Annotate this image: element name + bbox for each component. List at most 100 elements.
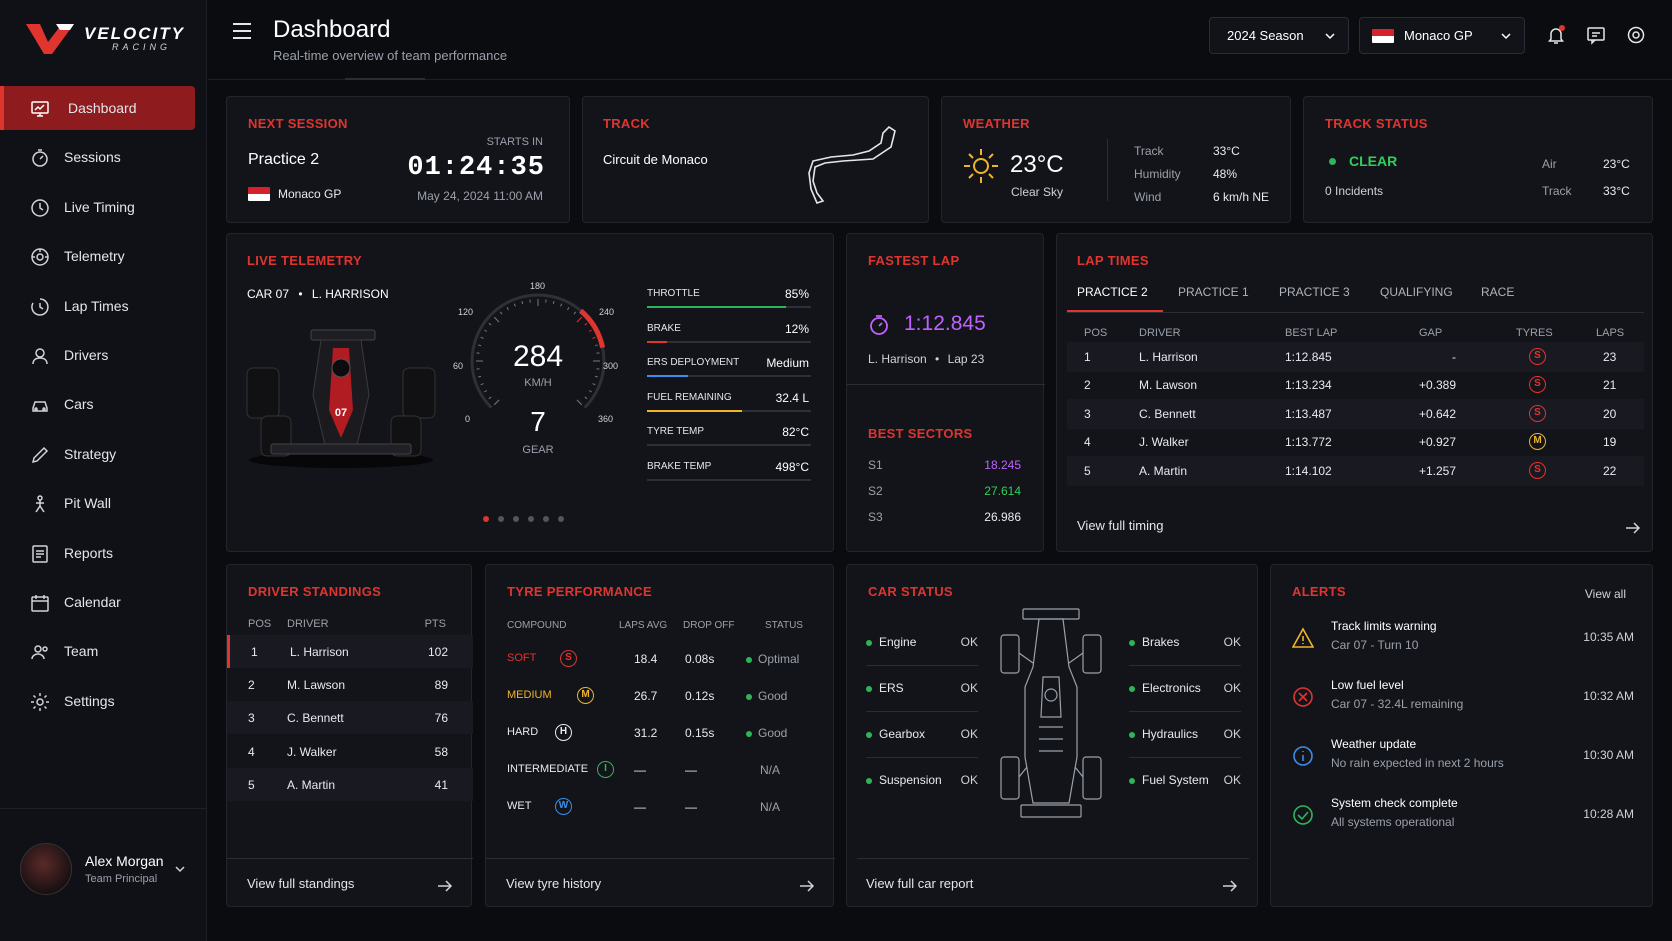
table-row[interactable]: 1 L. Harrison 102 — [227, 635, 473, 668]
table-row[interactable]: 5 A. Martin 41 — [227, 767, 473, 801]
fastest-lap-driver: L. Harrison • Lap 23 — [868, 352, 984, 366]
alert-item[interactable]: Track limits warning Car 07 - Turn 10 10:3… — [1271, 619, 1654, 669]
sidebar-item-settings[interactable]: Settings — [0, 679, 207, 723]
laps-cell: 20 — [1603, 406, 1617, 421]
metric-value: 498°C — [775, 459, 810, 474]
weather-temp: 23°C — [1010, 151, 1064, 178]
tab-practice-2[interactable]: PRACTICE 2 — [1077, 285, 1148, 299]
car-schematic-icon — [1000, 608, 1102, 818]
card-title: LAP TIMES — [1077, 253, 1149, 268]
carousel-dot[interactable] — [528, 516, 534, 522]
page-title: Dashboard — [273, 16, 391, 43]
sidebar-item-sessions[interactable]: Sessions — [0, 135, 207, 179]
component-status: OK — [960, 727, 978, 741]
sidebar-item-team[interactable]: Team — [0, 629, 207, 673]
status-row: ERS OK — [866, 681, 978, 711]
view-tyre-history-link[interactable]: View tyre history — [506, 876, 601, 891]
view-all-alerts-link[interactable]: View all — [1585, 587, 1626, 601]
points-cell: 102 — [427, 645, 448, 659]
table-row[interactable]: 1 L. Harrison 1:12.845 - S 23 — [1067, 342, 1644, 372]
event-select[interactable]: Monaco GP — [1359, 17, 1525, 54]
report-icon — [32, 544, 48, 563]
sidebar-item-lap-times[interactable]: Lap Times — [0, 284, 207, 328]
chevron-down-icon[interactable] — [174, 863, 186, 875]
gauge-tick — [588, 329, 592, 332]
settings-icon[interactable] — [1626, 25, 1646, 45]
arrow-right-icon[interactable] — [799, 880, 815, 892]
tab-qualifying[interactable]: QUALIFYING — [1380, 285, 1453, 299]
alert-item[interactable]: System check complete All systems operati… — [1271, 796, 1654, 846]
table-row[interactable]: 4 J. Walker 58 — [227, 735, 473, 768]
table-row[interactable]: 3 C. Bennett 1:13.487 +0.642 S 20 — [1067, 398, 1644, 429]
column-header: LAPS AVG — [619, 620, 668, 631]
tab-race[interactable]: RACE — [1481, 285, 1514, 299]
table-row[interactable]: 2 M. Lawson 1:13.234 +0.389 S 21 — [1067, 370, 1644, 400]
tab-practice-3[interactable]: PRACTICE 3 — [1279, 285, 1350, 299]
tab-practice-1[interactable]: PRACTICE 1 — [1178, 285, 1249, 299]
team-icon — [31, 645, 48, 660]
sidebar-item-cars[interactable]: Cars — [0, 382, 207, 426]
arrow-right-icon[interactable] — [1625, 522, 1641, 534]
table-row[interactable]: 4 J. Walker 1:13.772 +0.927 M 19 — [1067, 427, 1644, 457]
view-car-report-link[interactable]: View full car report — [866, 876, 973, 891]
sidebar-item-telemetry[interactable]: Telemetry — [0, 234, 207, 278]
bell-icon[interactable] — [1546, 25, 1566, 45]
status-cell: N/A — [760, 800, 780, 814]
gauge-tick — [488, 322, 492, 326]
brand-logo[interactable]: VELOCITY RACING — [26, 18, 196, 58]
laps-avg-cell: — — [634, 763, 646, 777]
card-title: TYRE PERFORMANCE — [507, 584, 652, 599]
carousel-dot[interactable] — [558, 516, 564, 522]
view-full-standings-link[interactable]: View full standings — [247, 876, 354, 891]
message-icon[interactable] — [1586, 25, 1606, 45]
sidebar-item-label: Reports — [64, 544, 114, 561]
carousel-dot[interactable] — [498, 516, 504, 522]
alert-item[interactable]: Low fuel level Car 07 - 32.4L remaining 10… — [1271, 678, 1654, 728]
component-name: Electronics — [1142, 681, 1201, 695]
gap-cell: - — [1452, 350, 1456, 364]
table-row[interactable]: 3 C. Bennett 76 — [227, 701, 473, 735]
weather-label: Wind — [1134, 190, 1162, 204]
sun-icon — [964, 149, 998, 183]
card-title: TRACK STATUS — [1325, 116, 1428, 131]
best-lap-cell: 1:13.772 — [1285, 435, 1332, 450]
compound-name: WET — [507, 800, 532, 812]
divider — [857, 858, 1249, 859]
table-row[interactable]: 5 A. Martin 1:14.102 +1.257 S 22 — [1067, 455, 1644, 486]
gauge-tick — [584, 322, 588, 326]
metric-bar — [647, 409, 811, 412]
table-row[interactable]: 2 M. Lawson 89 — [227, 668, 473, 701]
column-header: DROP OFF — [683, 620, 735, 631]
fastest-lap-number: Lap 23 — [947, 352, 985, 366]
metric-bar — [647, 375, 811, 377]
arrow-right-icon[interactable] — [437, 880, 453, 892]
metric-value: 85% — [784, 287, 809, 301]
user-profile[interactable]: Alex Morgan Team Principal — [0, 808, 207, 941]
sidebar-item-strategy[interactable]: Strategy — [0, 432, 207, 476]
sidebar-item-calendar[interactable]: Calendar — [0, 580, 207, 624]
sidebar-item-reports[interactable]: Reports — [0, 531, 207, 575]
alert-item[interactable]: Weather update No rain expected in next 2… — [1271, 737, 1654, 787]
arrow-right-icon[interactable] — [1222, 880, 1238, 892]
sidebar-item-dashboard[interactable]: Dashboard — [0, 86, 195, 130]
carousel-dot[interactable] — [543, 516, 549, 522]
sidebar-item-pit-wall[interactable]: Pit Wall — [0, 481, 207, 525]
metric-bar — [647, 340, 811, 343]
carousel-dots[interactable] — [483, 516, 564, 522]
carousel-dot[interactable] — [483, 516, 489, 522]
sidebar-item-live-timing[interactable]: Live Timing — [0, 185, 207, 229]
view-full-timing-link[interactable]: View full timing — [1077, 518, 1163, 533]
metric-bar-fill — [647, 375, 688, 377]
pencil-icon — [31, 446, 49, 463]
logo-mark-icon — [26, 24, 74, 54]
sidebar-item-label: Strategy — [64, 445, 117, 462]
season-select[interactable]: 2024 Season — [1209, 17, 1349, 54]
status-cell: N/A — [760, 763, 780, 777]
menu-icon[interactable] — [232, 22, 252, 40]
sidebar: VELOCITY RACING Dashboard Sessions Live … — [0, 0, 207, 941]
sidebar-item-drivers[interactable]: Drivers — [0, 333, 207, 377]
pit-wall-icon — [35, 495, 45, 513]
column-header: COMPOUND — [507, 620, 567, 631]
gauge-tick-label: 60 — [453, 361, 464, 371]
carousel-dot[interactable] — [513, 516, 519, 522]
